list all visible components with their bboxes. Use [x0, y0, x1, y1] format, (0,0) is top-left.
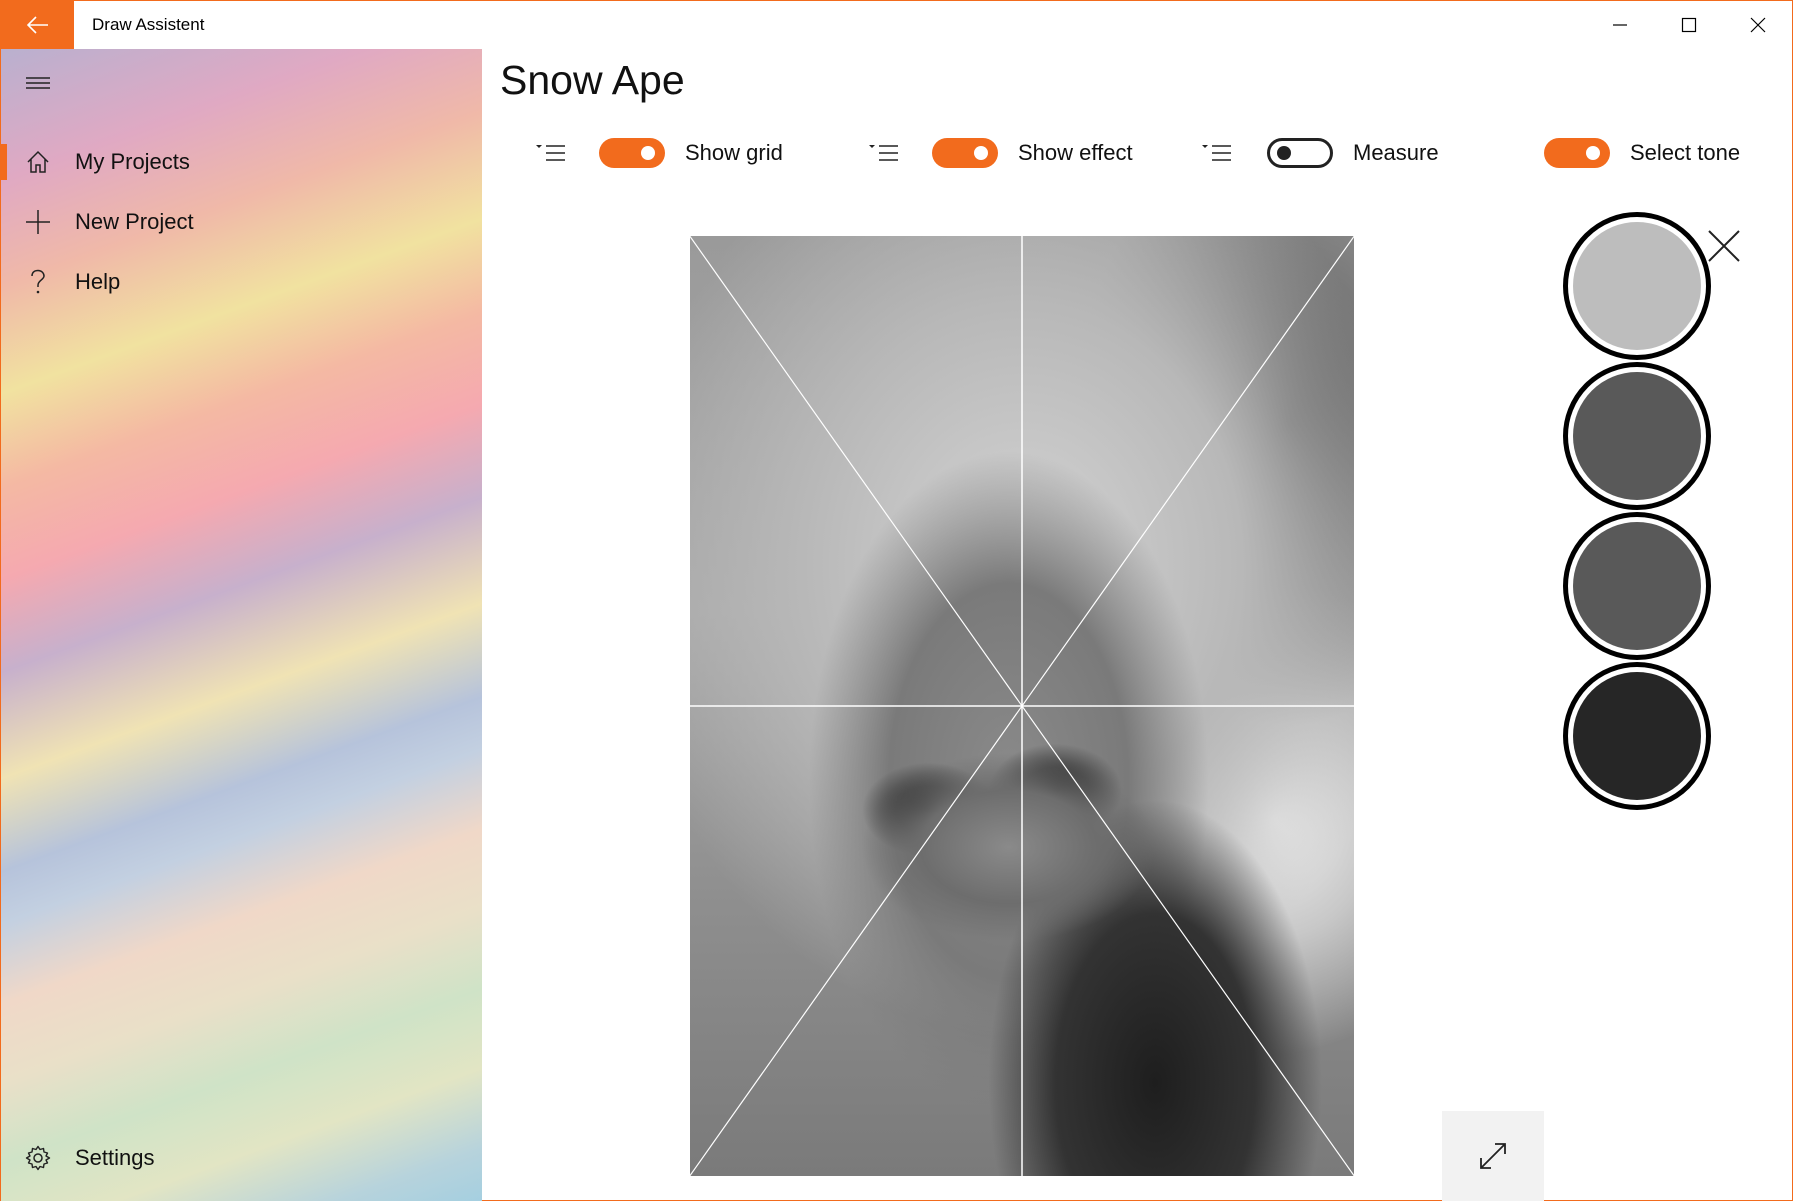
- sidebar-item-help[interactable]: Help: [1, 256, 482, 308]
- arrow-left-icon: [26, 16, 48, 34]
- show-effect-label: Show effect: [1018, 140, 1133, 165]
- tone-fill: [1573, 372, 1701, 500]
- measure-toggle[interactable]: [1267, 138, 1333, 168]
- select-tone-toggle[interactable]: [1544, 138, 1610, 168]
- hamburger-menu-button[interactable]: [25, 75, 51, 96]
- close-icon: [1750, 17, 1765, 33]
- sidebar-item-new-project[interactable]: New Project: [1, 196, 482, 248]
- toolbar-effect: Show effect: [866, 131, 1133, 175]
- toggle-knob: [1277, 146, 1291, 160]
- minimize-button[interactable]: [1585, 1, 1654, 49]
- toggle-knob: [641, 146, 655, 160]
- fullscreen-button[interactable]: [1442, 1111, 1544, 1201]
- sidebar-item-label: Help: [75, 269, 121, 294]
- tone-fill: [1573, 222, 1701, 350]
- sidebar-item-label: My Projects: [75, 149, 190, 174]
- close-icon: [1708, 230, 1740, 262]
- sidebar: My Projects New Project Help Settings: [1, 49, 482, 1201]
- list-dropdown-icon: [536, 145, 565, 161]
- app-title: Draw Assistent: [92, 15, 205, 34]
- tone-swatch[interactable]: [1563, 362, 1711, 510]
- toolbar-select-tone: Select tone: [1544, 131, 1740, 175]
- options-dropdown-button[interactable]: [866, 140, 900, 166]
- show-grid-label: Show grid: [685, 140, 783, 165]
- back-button[interactable]: [1, 1, 74, 49]
- show-grid-toggle[interactable]: [599, 138, 665, 168]
- list-dropdown-icon: [1202, 145, 1231, 161]
- tone-swatch[interactable]: [1563, 512, 1711, 660]
- hamburger-icon: [26, 77, 50, 89]
- list-dropdown-icon: [869, 145, 898, 161]
- gear-icon: [25, 1145, 51, 1171]
- expand-icon: [1480, 1143, 1506, 1169]
- toolbar-grid: Show grid: [533, 131, 783, 175]
- tone-swatch[interactable]: [1563, 662, 1711, 810]
- minimize-icon: [1612, 24, 1627, 26]
- show-effect-toggle[interactable]: [932, 138, 998, 168]
- toggle-knob: [974, 146, 988, 160]
- maximize-icon: [1681, 17, 1696, 33]
- question-icon: [31, 269, 45, 294]
- page-title: Snow Ape: [500, 57, 685, 103]
- tone-swatch[interactable]: [1563, 212, 1711, 360]
- measure-label: Measure: [1353, 140, 1439, 165]
- close-button[interactable]: [1723, 1, 1792, 49]
- window-controls: [1585, 1, 1792, 49]
- maximize-button[interactable]: [1654, 1, 1723, 49]
- select-tone-label: Select tone: [1630, 140, 1741, 165]
- home-icon: [27, 150, 49, 173]
- options-dropdown-button[interactable]: [1199, 140, 1233, 166]
- title-bar: Draw Assistent: [1, 1, 1792, 49]
- tone-fill: [1573, 522, 1701, 650]
- grid-overlay: [689, 235, 1355, 1177]
- close-tones-button[interactable]: [1707, 229, 1741, 268]
- options-dropdown-button[interactable]: [533, 140, 567, 166]
- sidebar-item-label: New Project: [75, 209, 194, 234]
- sidebar-item-label: Settings: [75, 1145, 155, 1170]
- toolbar-measure: Measure: [1199, 131, 1439, 175]
- sidebar-item-my-projects[interactable]: My Projects: [1, 136, 482, 188]
- sidebar-item-settings[interactable]: Settings: [1, 1132, 482, 1184]
- project-image[interactable]: [689, 235, 1355, 1177]
- tone-fill: [1573, 672, 1701, 800]
- toggle-knob: [1586, 146, 1600, 160]
- plus-icon: [26, 210, 50, 234]
